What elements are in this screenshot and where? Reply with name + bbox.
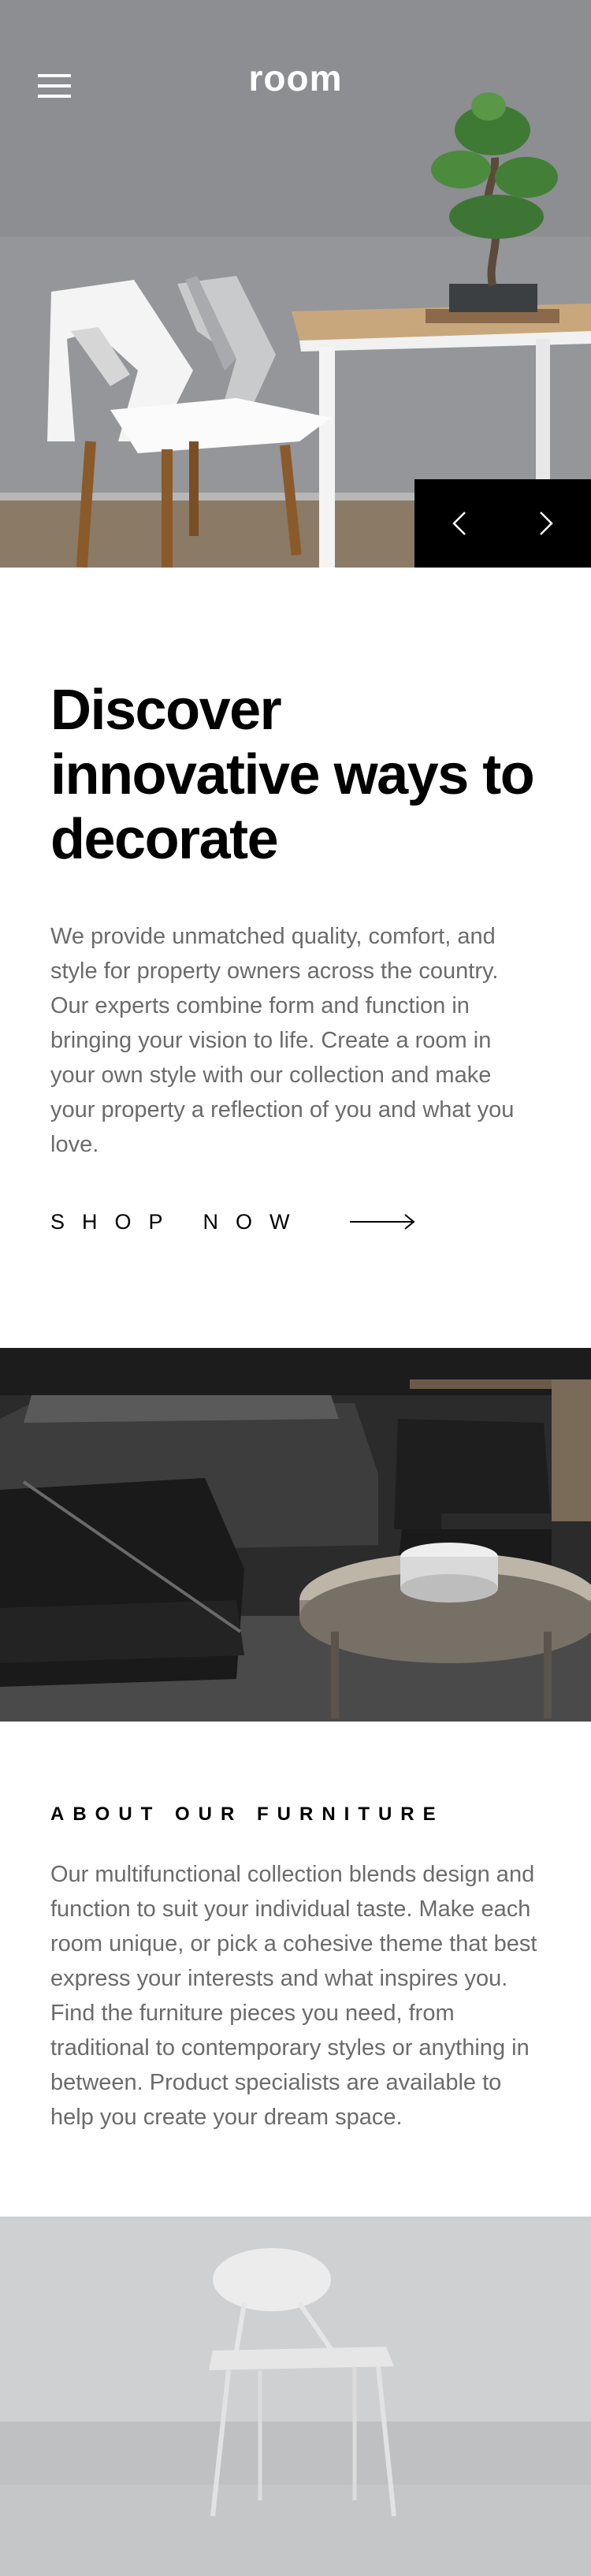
site-logo[interactable]: room (0, 57, 591, 99)
slider-prev-button[interactable] (414, 479, 503, 568)
chevron-right-icon (540, 512, 553, 535)
intro-body: We provide unmatched quality, comfort, a… (50, 924, 515, 1157)
intro-title: Discover innovative ways to decorate (50, 679, 535, 871)
shop-now-label[interactable]: SHOP NOW (50, 1210, 307, 1234)
about-title: ABOUT OUR FURNITURE (50, 1804, 444, 1825)
white-chair-photo (0, 2217, 591, 2576)
slider-next-button[interactable] (503, 479, 591, 568)
slider-controls (414, 479, 591, 568)
dark-room-photo (0, 1348, 591, 1722)
about-body: Our multifunctional collection blends de… (50, 1862, 537, 2130)
dark-furniture-image (0, 1348, 591, 1722)
intro-section: Discover innovative ways to decorate We … (0, 568, 591, 1348)
about-section: ABOUT OUR FURNITURE Our multifunctional … (0, 1722, 591, 2217)
arrow-right-icon[interactable] (349, 1212, 416, 1231)
chevron-left-icon (452, 512, 466, 535)
hero-section: room (0, 0, 591, 568)
site-header: room (0, 0, 591, 173)
shop-now-link[interactable]: SHOP NOW (50, 1206, 541, 1238)
light-chair-image (0, 2217, 591, 2576)
